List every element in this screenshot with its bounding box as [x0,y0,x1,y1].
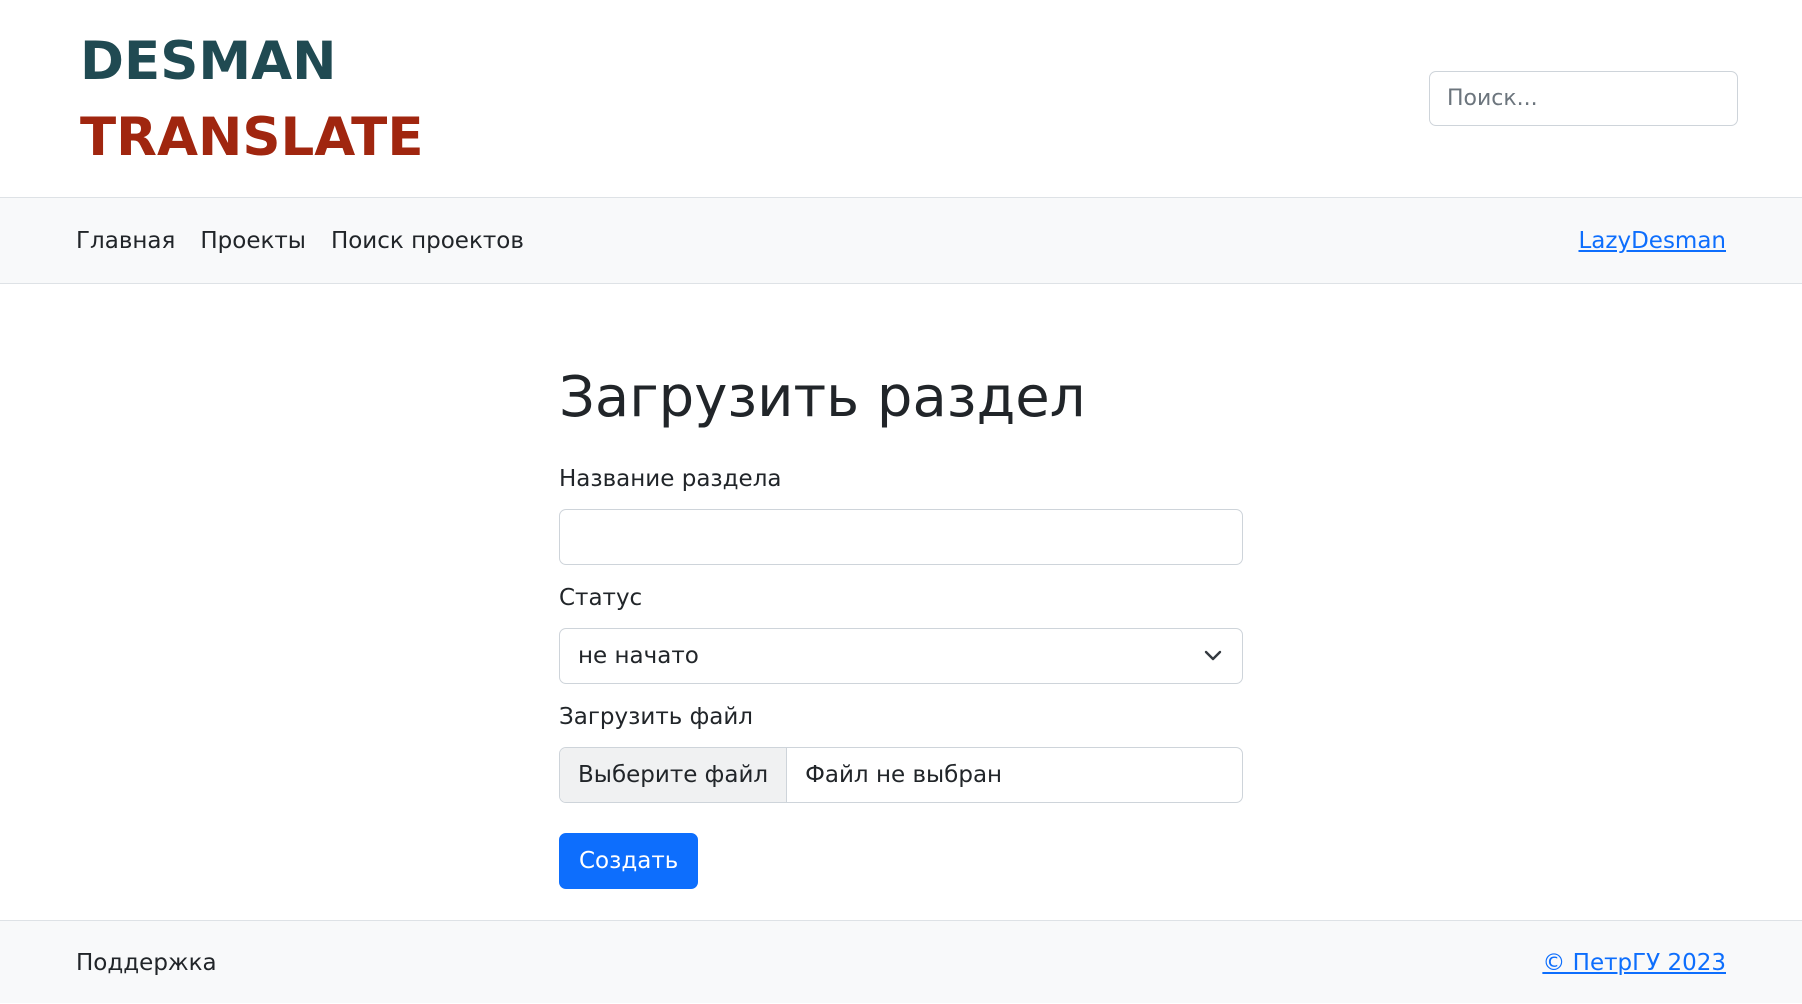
site-header: DESMAN TRANSLATE [0,0,1802,198]
main-navbar: Главная Проекты Поиск проектов LazyDesma… [0,198,1802,284]
copyright-link[interactable]: © ПетрГУ 2023 [1542,921,1726,1004]
nav-link-project-search[interactable]: Поиск проектов [331,228,524,254]
nav-link-projects[interactable]: Проекты [200,228,306,254]
choose-file-button[interactable]: Выберите файл [560,748,788,802]
status-label: Статус [559,585,643,611]
search-input[interactable] [1429,71,1738,126]
nav-links: Главная Проекты Поиск проектов [76,198,524,284]
section-name-label: Название раздела [559,466,782,492]
chevron-down-icon [1202,645,1224,667]
logo[interactable]: DESMAN TRANSLATE [80,30,424,170]
file-upload-label: Загрузить файл [559,704,753,730]
page-title: Загрузить раздел [559,365,1086,430]
section-name-input[interactable] [559,509,1243,565]
nav-link-home[interactable]: Главная [76,228,175,254]
status-select-value: не начато [578,643,699,669]
logo-line-desman: DESMAN [80,31,337,92]
create-button[interactable]: Создать [559,833,699,889]
user-profile-link[interactable]: LazyDesman [1578,198,1726,284]
file-status-text: Файл не выбран [805,762,1003,788]
logo-line-translate: TRANSLATE [80,107,424,168]
site-footer: Поддержка © ПетрГУ 2023 [0,920,1802,1003]
support-link[interactable]: Поддержка [76,921,217,1004]
file-input[interactable]: Выберите файл Файл не выбран [559,747,1243,803]
status-select[interactable]: не начато [559,628,1243,684]
